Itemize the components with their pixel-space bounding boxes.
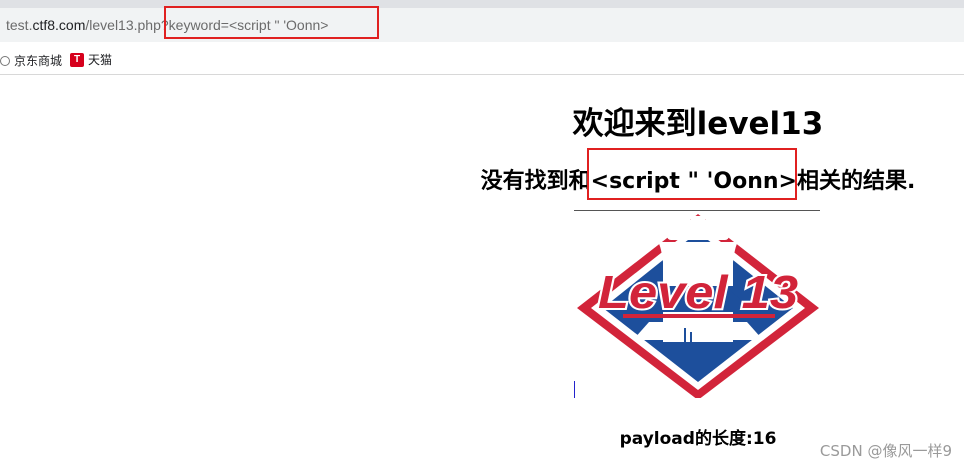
bookmark-jd-label: 京东商城 [14,54,63,68]
page-title: 欢迎来到level13 [572,106,824,142]
bookmark-tmall[interactable]: T 天猫 [70,51,112,68]
divider [574,210,820,211]
csdn-watermark: CSDN @像风一样9 [819,442,952,460]
bookmarks-bar: 京东商城 T 天猫 [0,44,964,75]
url-path: /level13.php?keyword=<script " 'Oonn> [85,17,329,33]
url-prefix: test. [6,17,33,33]
url-host: ctf8.com [32,17,86,33]
url-text[interactable]: test.ctf8.com/level13.php?keyword=<scrip… [6,17,328,33]
address-bar[interactable]: test.ctf8.com/level13.php?keyword=<scrip… [0,8,964,42]
search-result-text: 没有找到和<script " 'Oonn>相关的结果. [480,169,916,194]
tmall-icon: T [70,52,84,67]
globe-icon [0,55,10,66]
browser-top-strip [0,0,964,8]
level13-logo: Level 13 [575,212,821,398]
text-cursor [574,381,575,398]
bookmark-tmall-label: 天猫 [88,53,113,67]
logo-text: Level 13 [598,266,798,318]
bookmark-jd[interactable]: 京东商城 [0,52,62,69]
level13-logo-graphic: Level 13 [577,214,819,398]
payload-length-text: payload的长度:16 [619,429,777,449]
